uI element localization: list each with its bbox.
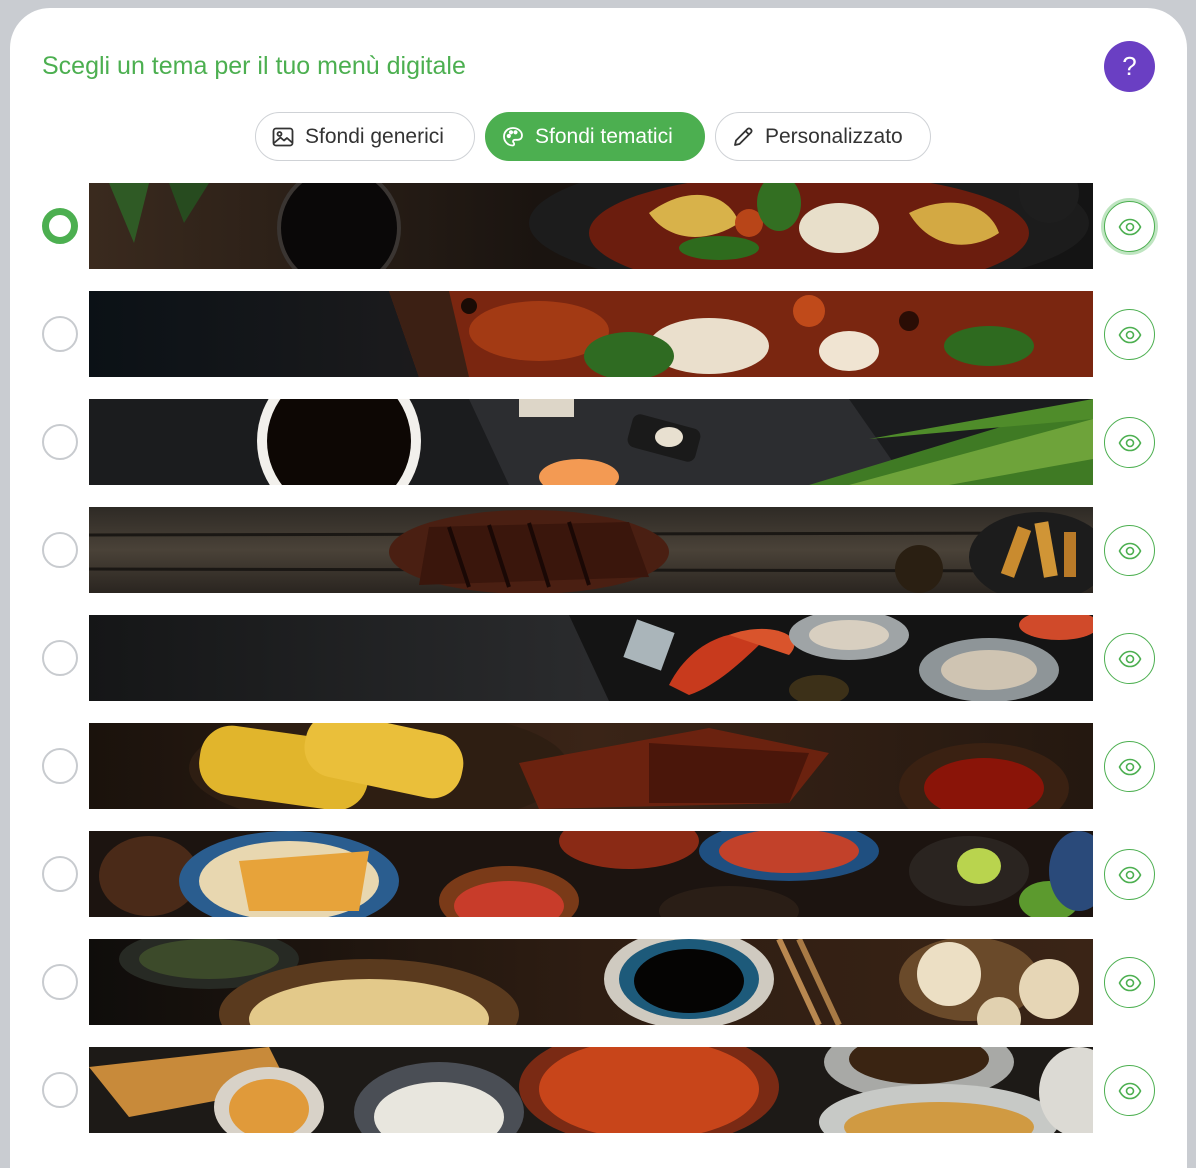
page-title: Scegli un tema per il tuo menù digitale [42, 52, 466, 80]
theme-banner-pizza[interactable] [89, 291, 1093, 377]
preview-button[interactable] [1104, 741, 1155, 792]
preview-button[interactable] [1104, 1065, 1155, 1116]
theme-radio[interactable] [42, 208, 78, 244]
theme-banner-indian[interactable] [89, 1047, 1093, 1133]
preview-button[interactable] [1104, 525, 1155, 576]
tab-label: Sfondi generici [305, 124, 444, 148]
eye-icon [1118, 647, 1142, 671]
background-type-tabs: Sfondi generici Sfondi tematici Personal… [255, 112, 931, 161]
theme-radio[interactable] [42, 856, 78, 892]
theme-radio[interactable] [42, 532, 78, 568]
theme-banner-barbecue[interactable] [89, 723, 1093, 809]
preview-button[interactable] [1104, 849, 1155, 900]
theme-banner-mexican[interactable] [89, 831, 1093, 917]
preview-button[interactable] [1104, 633, 1155, 684]
eye-icon [1118, 323, 1142, 347]
theme-radio[interactable] [42, 964, 78, 1000]
theme-banner-seafood[interactable] [89, 615, 1093, 701]
preview-button[interactable] [1104, 201, 1155, 252]
theme-banner-sushi[interactable] [89, 399, 1093, 485]
theme-row [10, 615, 1187, 701]
theme-row [10, 399, 1187, 485]
eye-icon [1118, 755, 1142, 779]
eye-icon [1118, 431, 1142, 455]
theme-row [10, 183, 1187, 269]
eye-icon [1118, 1079, 1142, 1103]
theme-row [10, 1047, 1187, 1133]
theme-row [10, 939, 1187, 1025]
theme-row [10, 831, 1187, 917]
preview-button[interactable] [1104, 417, 1155, 468]
eye-icon [1118, 539, 1142, 563]
tab-generic-backgrounds[interactable]: Sfondi generici [255, 112, 475, 161]
theme-radio[interactable] [42, 748, 78, 784]
eye-icon [1118, 215, 1142, 239]
theme-radio[interactable] [42, 424, 78, 460]
palette-icon [501, 125, 525, 149]
theme-radio[interactable] [42, 1072, 78, 1108]
theme-row [10, 507, 1187, 593]
theme-row [10, 723, 1187, 809]
preview-button[interactable] [1104, 957, 1155, 1008]
tab-label: Sfondi tematici [535, 124, 673, 148]
theme-banner-chinese[interactable] [89, 939, 1093, 1025]
eye-icon [1118, 971, 1142, 995]
help-button[interactable]: ? [1104, 41, 1155, 92]
theme-radio[interactable] [42, 640, 78, 676]
theme-picker-card: Scegli un tema per il tuo menù digitale … [10, 8, 1187, 1168]
eye-icon [1118, 863, 1142, 887]
image-icon [271, 125, 295, 149]
pencil-icon [731, 125, 755, 149]
theme-row [10, 291, 1187, 377]
tab-custom[interactable]: Personalizzato [715, 112, 931, 161]
theme-radio[interactable] [42, 316, 78, 352]
tab-label: Personalizzato [765, 124, 903, 148]
question-icon: ? [1122, 51, 1137, 81]
theme-banner-pasta[interactable] [89, 183, 1093, 269]
theme-banner-steak[interactable] [89, 507, 1093, 593]
tab-thematic-backgrounds[interactable]: Sfondi tematici [485, 112, 705, 161]
preview-button[interactable] [1104, 309, 1155, 360]
